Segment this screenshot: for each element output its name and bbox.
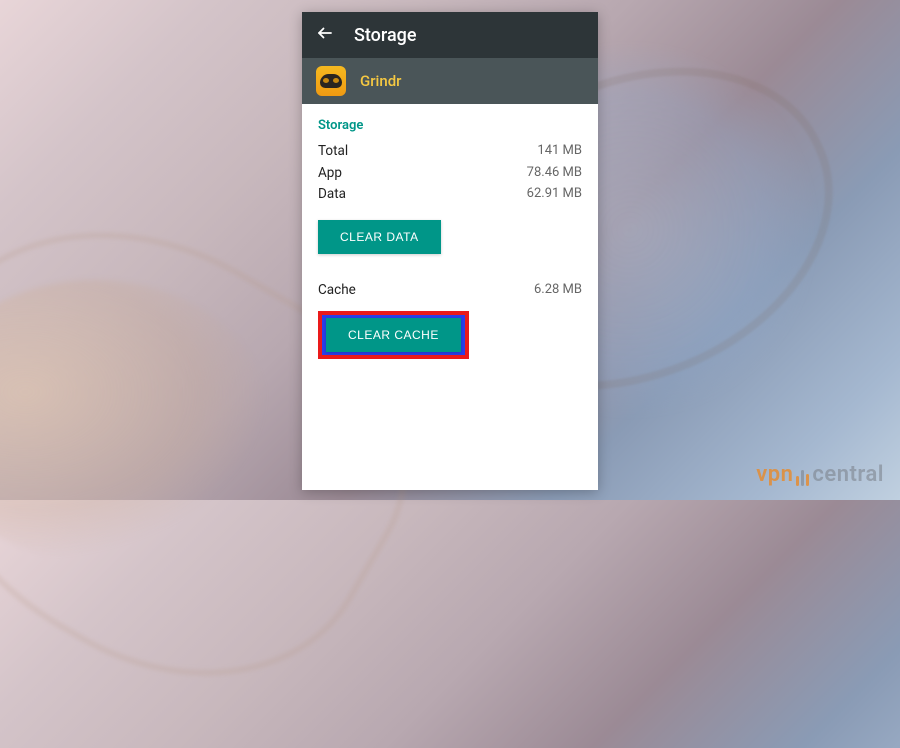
storage-row-data: Data 62.91 MB bbox=[318, 184, 582, 206]
app-name-label: Grindr bbox=[360, 72, 401, 90]
watermark-bars-icon bbox=[795, 461, 810, 486]
clear-data-button[interactable]: CLEAR DATA bbox=[318, 220, 441, 254]
phone-screen: Storage Grindr Storage Total 141 MB App … bbox=[302, 12, 598, 490]
row-label: Cache bbox=[318, 280, 356, 302]
content-area: Storage Total 141 MB App 78.46 MB Data 6… bbox=[302, 104, 598, 373]
page-title: Storage bbox=[354, 25, 417, 46]
titlebar: Storage bbox=[302, 12, 598, 58]
row-label: Data bbox=[318, 184, 346, 206]
watermark-logo: vpn central bbox=[756, 462, 884, 488]
storage-row-total: Total 141 MB bbox=[318, 141, 582, 163]
row-label: Total bbox=[318, 141, 348, 163]
row-label: App bbox=[318, 163, 342, 185]
row-value: 6.28 MB bbox=[534, 280, 582, 302]
cache-section: Cache 6.28 MB CLEAR CACHE bbox=[318, 280, 582, 360]
row-value: 62.91 MB bbox=[527, 184, 582, 206]
row-value: 141 MB bbox=[537, 141, 582, 163]
grindr-app-icon bbox=[316, 66, 346, 96]
watermark-part1: vpn bbox=[756, 462, 793, 487]
watermark-part2: central bbox=[812, 462, 884, 487]
app-header-row: Grindr bbox=[302, 58, 598, 104]
storage-row-app: App 78.46 MB bbox=[318, 163, 582, 185]
clear-cache-button[interactable]: CLEAR CACHE bbox=[326, 318, 461, 352]
cache-row: Cache 6.28 MB bbox=[318, 280, 582, 302]
storage-section-label: Storage bbox=[318, 118, 582, 133]
row-value: 78.46 MB bbox=[527, 163, 582, 185]
back-arrow-icon[interactable] bbox=[316, 24, 334, 46]
highlight-annotation: CLEAR CACHE bbox=[318, 311, 469, 359]
